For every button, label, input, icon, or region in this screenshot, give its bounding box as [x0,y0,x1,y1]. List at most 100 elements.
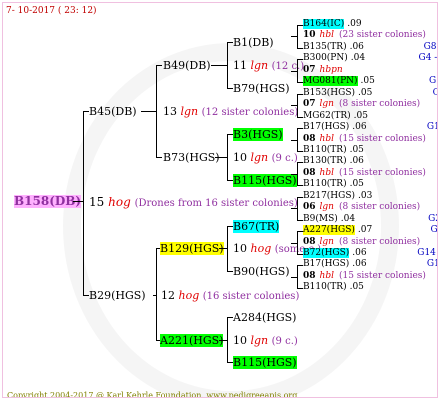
l4-year: .05 [358,88,373,98]
l4-queen-row[interactable]: B9(MS).04 G27 -B-xx43 [303,214,437,225]
l4-queen-row[interactable]: B130(TR).06G6 -MG00R [303,156,364,167]
l4-drone-note: (15 sister colonies) [338,271,426,281]
l4-queen-row[interactable]: B164(IC).09G7 -MG00R [303,19,362,30]
l4-year: .07 [357,225,373,235]
l4-queen-row[interactable]: B135(TR).06 G8 -Takab93aR [303,42,437,53]
bracket-l1 [83,111,84,296]
l2-b49[interactable]: B49(DB) [163,59,211,72]
l4-drone-row: 10 hbl (23 sister colonies) [303,30,426,41]
l4-lineage: G27 -B-xx43 [428,214,437,224]
l4-queen-name[interactable]: MG081(PN) [303,76,358,86]
pedigree-chart: 7- 10-2017 ( 23: 12) B158(DB) 15 hog (Dr… [2,2,438,398]
l3-b3-drone-info: 10 lgn (9 c.) [233,151,298,164]
l4-drone-note: (15 sister colonies) [338,168,426,178]
root-drone-info: 15 hog (Drones from 16 sister colonies) [89,195,298,210]
l4-queen-row[interactable]: B72(HGS).06 G14 -AthosSt80R [303,248,437,259]
l4-queen-row[interactable]: B110(TR).05G5 -MG00R [303,282,364,293]
l4-queen-name[interactable]: B17(HGS) [303,122,349,132]
l2-b73[interactable]: B73(HGS) [163,151,220,164]
root-queen[interactable]: B158(DB) [14,195,82,208]
l4-queen-row[interactable]: MG62(TR).05G5 -MG00R [303,111,368,122]
l4-drone-tag: lgn [319,99,334,109]
l4-drone-count: 10 [303,30,316,40]
l4-year: .04 [350,53,366,63]
l3-b67[interactable]: B67(TR) [233,220,280,233]
bracket-l3-c [227,226,228,272]
l4-lineage: G26 -B-xx43 [421,191,437,202]
l4-year: .05 [353,111,368,121]
l4-queen-name[interactable]: B72(HGS) [303,248,350,258]
l2-b129[interactable]: B129(HGS) [160,242,224,255]
l4-queen-row[interactable]: B17(HGS).06 G18 -Sinop72R [303,259,437,270]
l4-drone-count: 08 [303,168,316,178]
l4-queen-name[interactable]: MG62(TR) [303,111,351,121]
bracket-l4 [297,231,298,255]
bracket-l2-upper [156,65,157,158]
l4-drone-count: 06 [303,202,316,212]
l4-drone-row: 08 hbl (15 sister colonies) [303,134,426,145]
l4-queen-name[interactable]: A227(HGS) [303,225,355,235]
l4-lineage: G5 -MG00R [413,145,437,156]
l4-drone-count: 08 [303,271,316,281]
l4-queen-name[interactable]: B9(MS) [303,214,338,224]
l4-drone-row: 08 hbl (15 sister colonies) [303,271,426,282]
l4-drone-row: 06 lgn (8 sister colonies) [303,202,420,213]
l4-lineage: G2 -Bozdag07R [430,225,438,235]
l3-b115-upper[interactable]: B115(HGS) [233,174,297,187]
l4-lineage: G5 -MG00R [413,282,437,293]
bracket-l4 [297,265,298,289]
l1-dam[interactable]: B29(HGS) [89,289,146,302]
l4-queen-row[interactable]: B110(TR).05G5 -MG00R [303,179,364,190]
l3-b1[interactable]: B1(DB) [233,36,274,49]
l4-year: .04 [340,214,356,224]
l4-lineage: G14 -AthosSt80R [417,248,437,258]
l4-queen-name[interactable]: B110(TR) [303,179,347,189]
l4-year: .05 [349,179,364,189]
l4-queen-row[interactable]: A227(HGS).07 G2 -Bozdag07R [303,225,437,236]
l1-dam-drone-info: 12 hog (16 sister colonies) [161,289,300,302]
l4-queen-row[interactable]: MG081(PN).05 G1 -Margret04R [303,76,437,87]
l4-year: .03 [358,191,373,201]
l4-queen-row[interactable]: B217(HGS).03G26 -B-xx43 [303,191,372,202]
l3-b115-lower[interactable]: B115(HGS) [233,356,297,369]
l4-queen-name[interactable]: B164(IC) [303,19,345,29]
l4-drone-row: 07 lgn (8 sister colonies) [303,99,420,110]
l1-sire[interactable]: B45(DB) [89,105,137,118]
l2-a221[interactable]: A221(HGS) [160,334,224,347]
l4-queen-row[interactable]: B300(PN).04 G4 -Bayburt98-3 [303,53,437,64]
bracket-l4 [297,162,298,186]
bracket-l3-a [227,42,228,89]
l4-queen-row[interactable]: B17(HGS).06 G18 -Sinop72R [303,122,437,133]
l4-queen-row[interactable]: B153(HGS).05 G23 -Sinop62R [303,88,437,99]
l4-queen-name[interactable]: B153(HGS) [303,88,355,98]
l4-queen-name[interactable]: B135(TR) [303,42,347,52]
l3-b90[interactable]: B90(HGS) [233,265,290,278]
l2-b49-drone-info: 13 lgn (12 sister colonies) [163,105,299,118]
bracket-l3-b [227,134,228,181]
l4-drone-row: 07 hbpn [303,65,348,76]
l4-year: .06 [349,42,364,52]
l3-b3[interactable]: B3(HGS) [233,128,283,141]
l4-drone-tag: hbl [319,271,334,281]
l4-drone-note: (15 sister colonies) [338,134,426,144]
l4-queen-name[interactable]: B110(TR) [303,145,347,155]
l4-queen-name[interactable]: B17(HGS) [303,259,349,269]
l4-drone-row: 08 hbl (15 sister colonies) [303,168,426,179]
l4-queen-row[interactable]: B110(TR).05G5 -MG00R [303,145,364,156]
l4-year: .05 [349,282,364,292]
l4-queen-name[interactable]: B300(PN) [303,53,348,63]
l4-year: .06 [352,248,367,258]
l4-drone-row: 08 lgn (8 sister colonies) [303,237,420,248]
l4-lineage: G18 -Sinop72R [426,122,437,132]
l4-queen-name[interactable]: B110(TR) [303,282,347,292]
l3-a284[interactable]: A284(HGS) [233,311,296,324]
l4-year: .06 [352,259,367,269]
l4-lineage: G7 -MG00R [411,19,437,30]
l4-queen-name[interactable]: B217(HGS) [303,191,355,201]
l4-lineage: G6 -MG00R [413,156,437,167]
l4-year: .05 [360,76,375,86]
l4-queen-name[interactable]: B130(TR) [303,156,347,166]
bracket-l4 [297,25,298,49]
l4-drone-note: (8 sister colonies) [338,237,421,247]
l3-b79[interactable]: B79(HGS) [233,82,290,95]
